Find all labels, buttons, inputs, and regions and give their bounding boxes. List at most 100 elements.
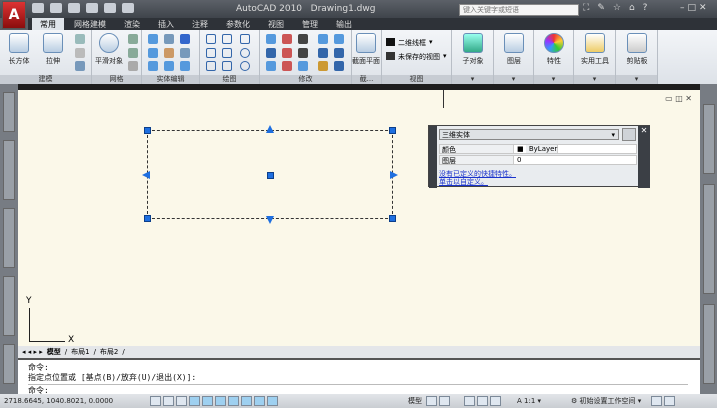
modify-icon[interactable] [266,48,276,58]
tab-output[interactable]: 输出 [328,18,360,30]
grip[interactable] [389,215,396,222]
box-button[interactable]: 长方体 [2,33,36,66]
properties-button[interactable]: 特性 [537,33,571,66]
panel-expand[interactable]: ▾ [616,75,657,84]
erase-icon[interactable] [318,61,328,71]
palette-tab[interactable] [3,208,15,268]
redo-icon[interactable] [104,3,116,13]
mirror-icon[interactable] [282,61,292,71]
panel-grip[interactable] [429,126,437,188]
section-plane-button[interactable]: 截面平面 [350,33,382,66]
dyn-toggle[interactable] [254,396,265,406]
stretch-grip-bottom[interactable] [266,216,274,224]
search-input[interactable]: 键入关键字或短语 [459,4,579,16]
selected-rectangle[interactable] [142,125,398,224]
tab-insert[interactable]: 插入 [150,18,182,30]
binoculars-icon[interactable]: ⛶ [583,3,589,13]
mesh-icon[interactable] [128,34,138,44]
osnap-toggle[interactable] [202,396,213,406]
layers-button[interactable]: 图层 [497,33,531,66]
undo-icon[interactable] [86,3,98,13]
property-row[interactable]: 图层 0 [439,155,637,165]
plot-icon[interactable] [122,3,134,13]
polar-toggle[interactable] [189,396,200,406]
new-icon[interactable] [32,3,44,13]
panel-label-draw[interactable]: 绘图 [200,75,259,84]
smooth-object-button[interactable]: 平滑对象 [92,33,126,66]
panel-expand[interactable]: ▾ [534,75,573,84]
tab-layout1[interactable]: 布局1 [71,347,89,357]
tab-manage[interactable]: 管理 [294,18,326,30]
home-icon[interactable]: ⌂ [629,3,635,13]
clean-screen-icon[interactable] [664,396,676,406]
shell-icon[interactable] [180,61,190,71]
mesh-icon[interactable] [128,48,138,58]
tab-annotate[interactable]: 注释 [184,18,216,30]
extrude-button[interactable]: 拉伸 [36,33,70,66]
panel-expand[interactable]: ▾ [574,75,615,84]
tab-parametric[interactable]: 参数化 [218,18,258,30]
helix-icon[interactable] [222,34,232,44]
lock-icon[interactable] [651,396,663,406]
steeringwheel-icon[interactable] [490,396,501,406]
subobject-button[interactable]: 子对象 [456,33,490,66]
arc-icon[interactable] [240,34,250,44]
tab-model[interactable]: 模型 [47,347,61,357]
wrench-icon[interactable]: ✎ [597,3,605,13]
tab-view[interactable]: 视图 [260,18,292,30]
utilities-button[interactable]: 实用工具 [578,33,612,66]
close-icon[interactable]: ✕ [638,126,650,188]
tab-render[interactable]: 渲染 [116,18,148,30]
modify-icon[interactable] [318,48,328,58]
palette-tab[interactable] [3,140,15,200]
palette-tab[interactable] [3,276,15,336]
object-type-dropdown[interactable]: 三维实体 ▾ [439,129,619,140]
tab-mesh-modeling[interactable]: 网格建模 [66,18,114,30]
viewport-controls[interactable]: ▭ ◫ ✕ [665,94,692,103]
spline-icon[interactable] [206,48,216,58]
intersect-icon[interactable] [148,61,158,71]
grip[interactable] [389,127,396,134]
palette-tab[interactable] [703,104,715,174]
modify-icon[interactable] [282,48,292,58]
command-window[interactable]: 命令: 指定点位置或 [基点(B)/放弃(U)/退出(X)]: 命令: [18,358,700,395]
panel-label-solid-edit[interactable]: 实体编辑 [142,75,199,84]
presspull-icon[interactable] [75,48,85,58]
thicken-icon[interactable] [164,61,174,71]
extract-icon[interactable] [180,34,190,44]
annotation-scale[interactable]: A 1:1 ▾ [517,397,541,405]
property-row[interactable]: 颜色 ■ ByLayer [439,144,637,154]
palette-tab[interactable] [703,304,715,384]
grip[interactable] [144,215,151,222]
center-grip[interactable] [267,172,274,179]
snap-toggle[interactable] [150,396,161,406]
mesh-icon[interactable] [128,61,138,71]
stretch-grip-top[interactable] [266,125,274,133]
palette-tab[interactable] [3,92,15,132]
panel-label-modify[interactable]: 修改 [260,75,351,84]
circle-icon[interactable] [240,48,250,58]
tab-home[interactable]: 常用 [32,18,64,30]
model-space-button[interactable]: 模型 [408,396,422,406]
trim-icon[interactable] [334,34,344,44]
stretch-grip-left[interactable] [142,171,150,179]
open-icon[interactable] [50,3,62,13]
zoom-icon[interactable] [477,396,488,406]
panel-expand[interactable]: ▾ [494,75,533,84]
subtract-icon[interactable] [148,48,158,58]
ducs-toggle[interactable] [241,396,252,406]
panel-expand[interactable]: ▾ [452,75,493,84]
loft-icon[interactable] [75,61,85,71]
quickview-icon[interactable] [439,396,450,406]
pan-icon[interactable] [464,396,475,406]
close-icon[interactable]: ✕ [699,3,707,13]
ortho-toggle[interactable] [176,396,187,406]
save-icon[interactable] [68,3,80,13]
rectangle-icon[interactable] [222,61,232,71]
scale-icon[interactable] [298,61,308,71]
union-icon[interactable] [148,34,158,44]
otrack-toggle[interactable] [228,396,239,406]
modify-icon[interactable] [334,48,344,58]
saved-view-dropdown[interactable]: 未保存的视图 ▾ [386,52,447,62]
move-icon[interactable] [298,34,308,44]
